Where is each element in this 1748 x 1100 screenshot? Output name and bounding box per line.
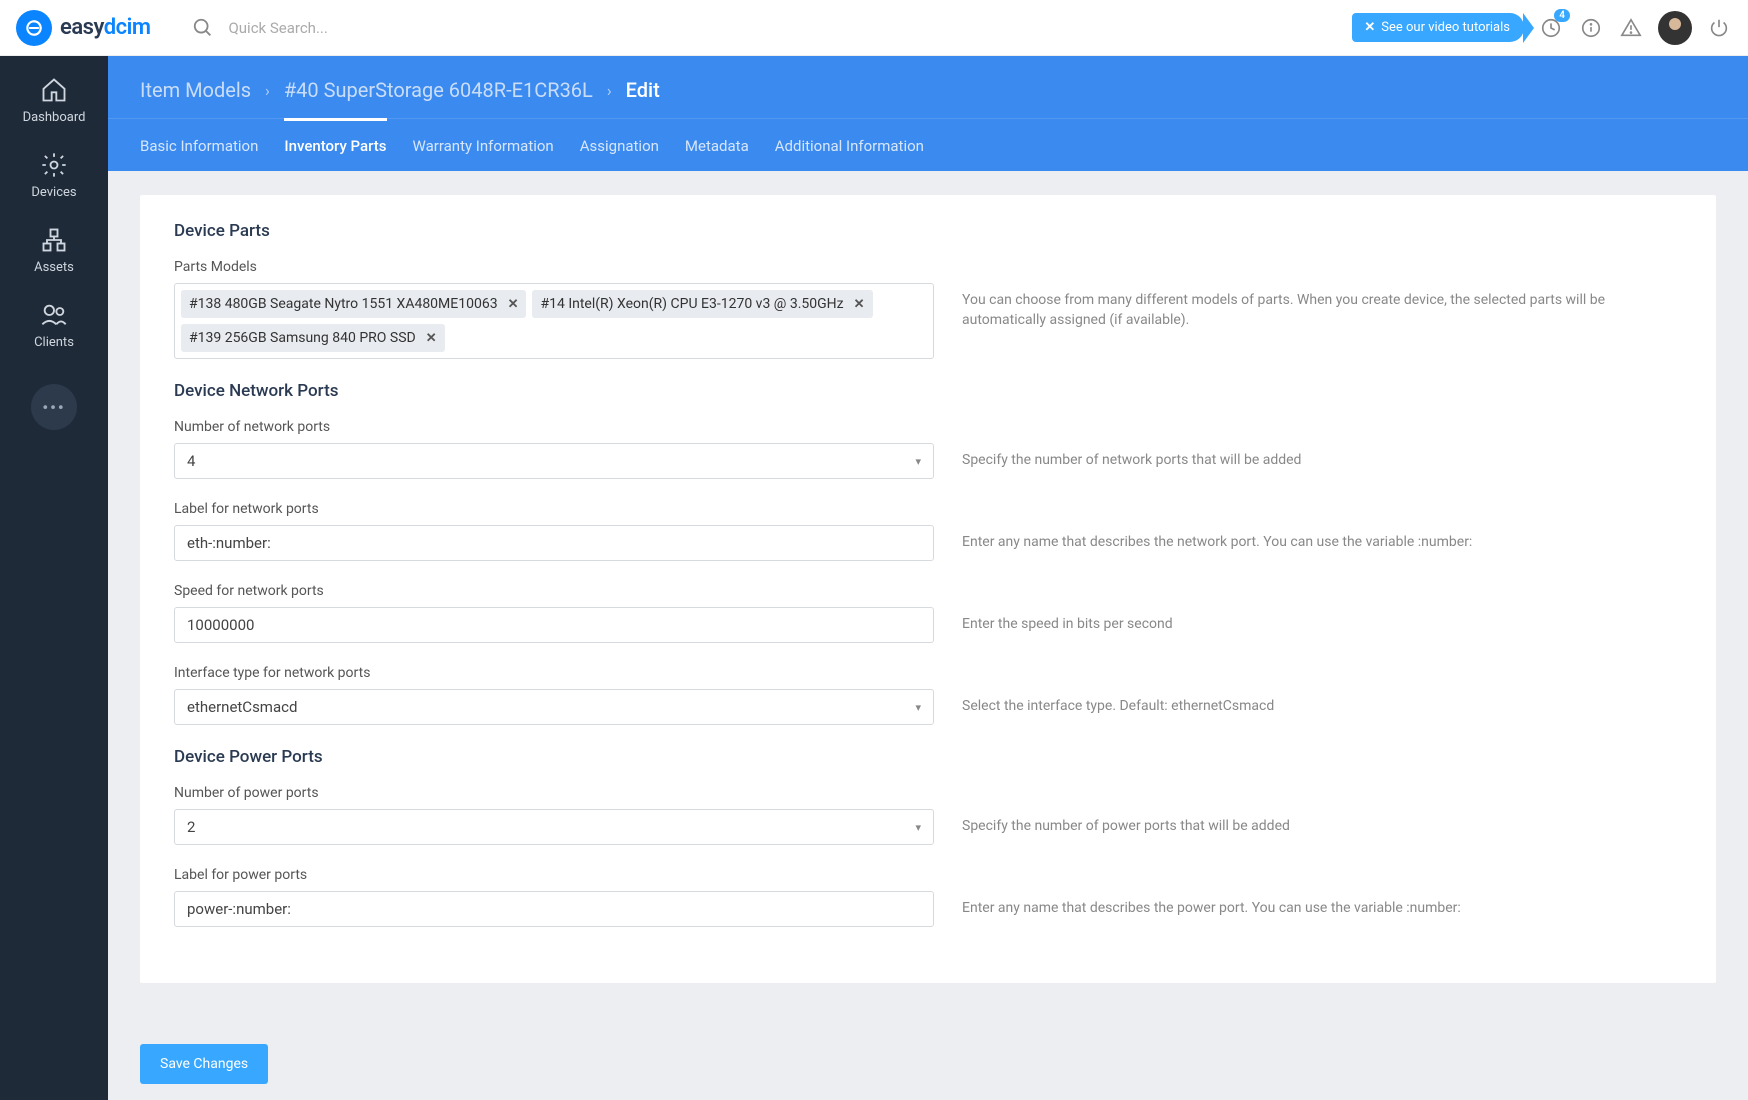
network-ports-label-help: Enter any name that describes the networ…	[962, 525, 1682, 553]
clients-icon	[40, 301, 68, 329]
sidebar-item-label: Assets	[34, 260, 74, 275]
search-input[interactable]	[228, 19, 628, 37]
sidebar-item-label: Dashboard	[23, 110, 86, 125]
search-icon	[190, 15, 216, 41]
power-ports-label-input[interactable]	[174, 891, 934, 927]
notifications-button[interactable]: 4	[1538, 15, 1564, 41]
footer-bar: Save Changes	[108, 1028, 1748, 1100]
tutorials-button[interactable]: ✕ See our video tutorials	[1352, 13, 1524, 42]
power-ports-count-label: Number of power ports	[174, 785, 1682, 801]
section-device-power-ports: Device Power Ports	[174, 747, 1682, 767]
logo[interactable]: easydcim	[16, 10, 150, 46]
tutorials-label: See our video tutorials	[1381, 20, 1510, 35]
logo-text: easydcim	[60, 15, 150, 40]
network-ports-speed-input[interactable]	[174, 607, 934, 643]
part-tag-label: #138 480GB Seagate Nytro 1551 XA480ME100…	[189, 296, 498, 312]
tabs: Basic Information Inventory Parts Warran…	[108, 118, 1748, 171]
part-tag: #14 Intel(R) Xeon(R) CPU E3-1270 v3 @ 3.…	[532, 290, 872, 318]
network-ports-count-label: Number of network ports	[174, 419, 1682, 435]
sidebar: Dashboard Devices Assets Clients •••	[0, 56, 108, 1100]
content: Device Parts Parts Models #138 480GB Sea…	[108, 171, 1748, 1100]
parts-models-input[interactable]: #138 480GB Seagate Nytro 1551 XA480ME100…	[174, 283, 934, 359]
tab-basic-information[interactable]: Basic Information	[140, 118, 258, 171]
chevron-down-icon: ▾	[915, 455, 921, 468]
user-avatar[interactable]	[1658, 11, 1692, 45]
chevron-right-icon: ›	[265, 81, 270, 100]
sidebar-item-assets[interactable]: Assets	[34, 226, 74, 275]
section-device-parts: Device Parts	[174, 221, 1682, 241]
remove-tag-icon[interactable]: ✕	[508, 297, 519, 312]
network-ports-count-select[interactable]: 4 ▾	[174, 443, 934, 479]
part-tag-label: #139 256GB Samsung 840 PRO SSD	[189, 330, 416, 346]
tab-warranty-information[interactable]: Warranty Information	[413, 118, 554, 171]
gear-icon	[40, 151, 68, 179]
power-ports-count-help: Specify the number of power ports that w…	[962, 809, 1682, 837]
network-ports-interface-label: Interface type for network ports	[174, 665, 1682, 681]
sidebar-item-dashboard[interactable]: Dashboard	[23, 76, 86, 125]
parts-models-help: You can choose from many different model…	[962, 283, 1682, 330]
logo-icon	[16, 10, 52, 46]
network-ports-interface-select[interactable]: ethernetCsmacd ▾	[174, 689, 934, 725]
network-ports-label-input[interactable]	[174, 525, 934, 561]
close-icon[interactable]: ✕	[1364, 20, 1375, 35]
breadcrumb-item-models[interactable]: Item Models	[140, 78, 251, 102]
save-changes-button[interactable]: Save Changes	[140, 1044, 268, 1084]
sidebar-more-button[interactable]: •••	[31, 384, 77, 430]
assets-icon	[40, 226, 68, 254]
sidebar-item-label: Devices	[31, 185, 76, 200]
power-icon[interactable]	[1706, 15, 1732, 41]
network-ports-speed-help: Enter the speed in bits per second	[962, 607, 1682, 635]
sidebar-item-clients[interactable]: Clients	[34, 301, 74, 350]
network-ports-speed-label: Speed for network ports	[174, 583, 1682, 599]
parts-models-label: Parts Models	[174, 259, 1682, 275]
chevron-down-icon: ▾	[915, 821, 921, 834]
home-icon	[40, 76, 68, 104]
search-box[interactable]	[190, 15, 628, 41]
notification-badge: 4	[1554, 9, 1570, 22]
tab-inventory-parts[interactable]: Inventory Parts	[284, 118, 386, 171]
tab-metadata[interactable]: Metadata	[685, 118, 749, 171]
form-panel: Device Parts Parts Models #138 480GB Sea…	[140, 195, 1716, 983]
network-ports-label-label: Label for network ports	[174, 501, 1682, 517]
alert-icon[interactable]	[1618, 15, 1644, 41]
network-ports-interface-help: Select the interface type. Default: ethe…	[962, 689, 1682, 717]
breadcrumb-current: Edit	[626, 78, 660, 102]
select-value: 2	[187, 818, 195, 836]
network-ports-count-help: Specify the number of network ports that…	[962, 443, 1682, 471]
tab-additional-information[interactable]: Additional Information	[775, 118, 924, 171]
part-tag-label: #14 Intel(R) Xeon(R) CPU E3-1270 v3 @ 3.…	[540, 296, 843, 312]
select-value: 4	[187, 452, 195, 470]
topbar: easydcim ✕ See our video tutorials 4	[0, 0, 1748, 56]
tab-assignation[interactable]: Assignation	[580, 118, 659, 171]
power-ports-label-label: Label for power ports	[174, 867, 1682, 883]
info-icon[interactable]	[1578, 15, 1604, 41]
power-ports-count-select[interactable]: 2 ▾	[174, 809, 934, 845]
chevron-right-icon: ›	[607, 81, 612, 100]
section-device-network-ports: Device Network Ports	[174, 381, 1682, 401]
page-header: Item Models › #40 SuperStorage 6048R-E1C…	[108, 56, 1748, 171]
part-tag: #139 256GB Samsung 840 PRO SSD ✕	[181, 324, 445, 352]
remove-tag-icon[interactable]: ✕	[854, 297, 865, 312]
power-ports-label-help: Enter any name that describes the power …	[962, 891, 1682, 919]
part-tag: #138 480GB Seagate Nytro 1551 XA480ME100…	[181, 290, 526, 318]
breadcrumb: Item Models › #40 SuperStorage 6048R-E1C…	[108, 56, 1748, 118]
chevron-down-icon: ▾	[915, 701, 921, 714]
select-value: ethernetCsmacd	[187, 698, 297, 716]
sidebar-item-devices[interactable]: Devices	[31, 151, 76, 200]
breadcrumb-model[interactable]: #40 SuperStorage 6048R-E1CR36L	[284, 78, 593, 102]
sidebar-item-label: Clients	[34, 335, 74, 350]
remove-tag-icon[interactable]: ✕	[426, 331, 437, 346]
main: Item Models › #40 SuperStorage 6048R-E1C…	[108, 56, 1748, 1100]
